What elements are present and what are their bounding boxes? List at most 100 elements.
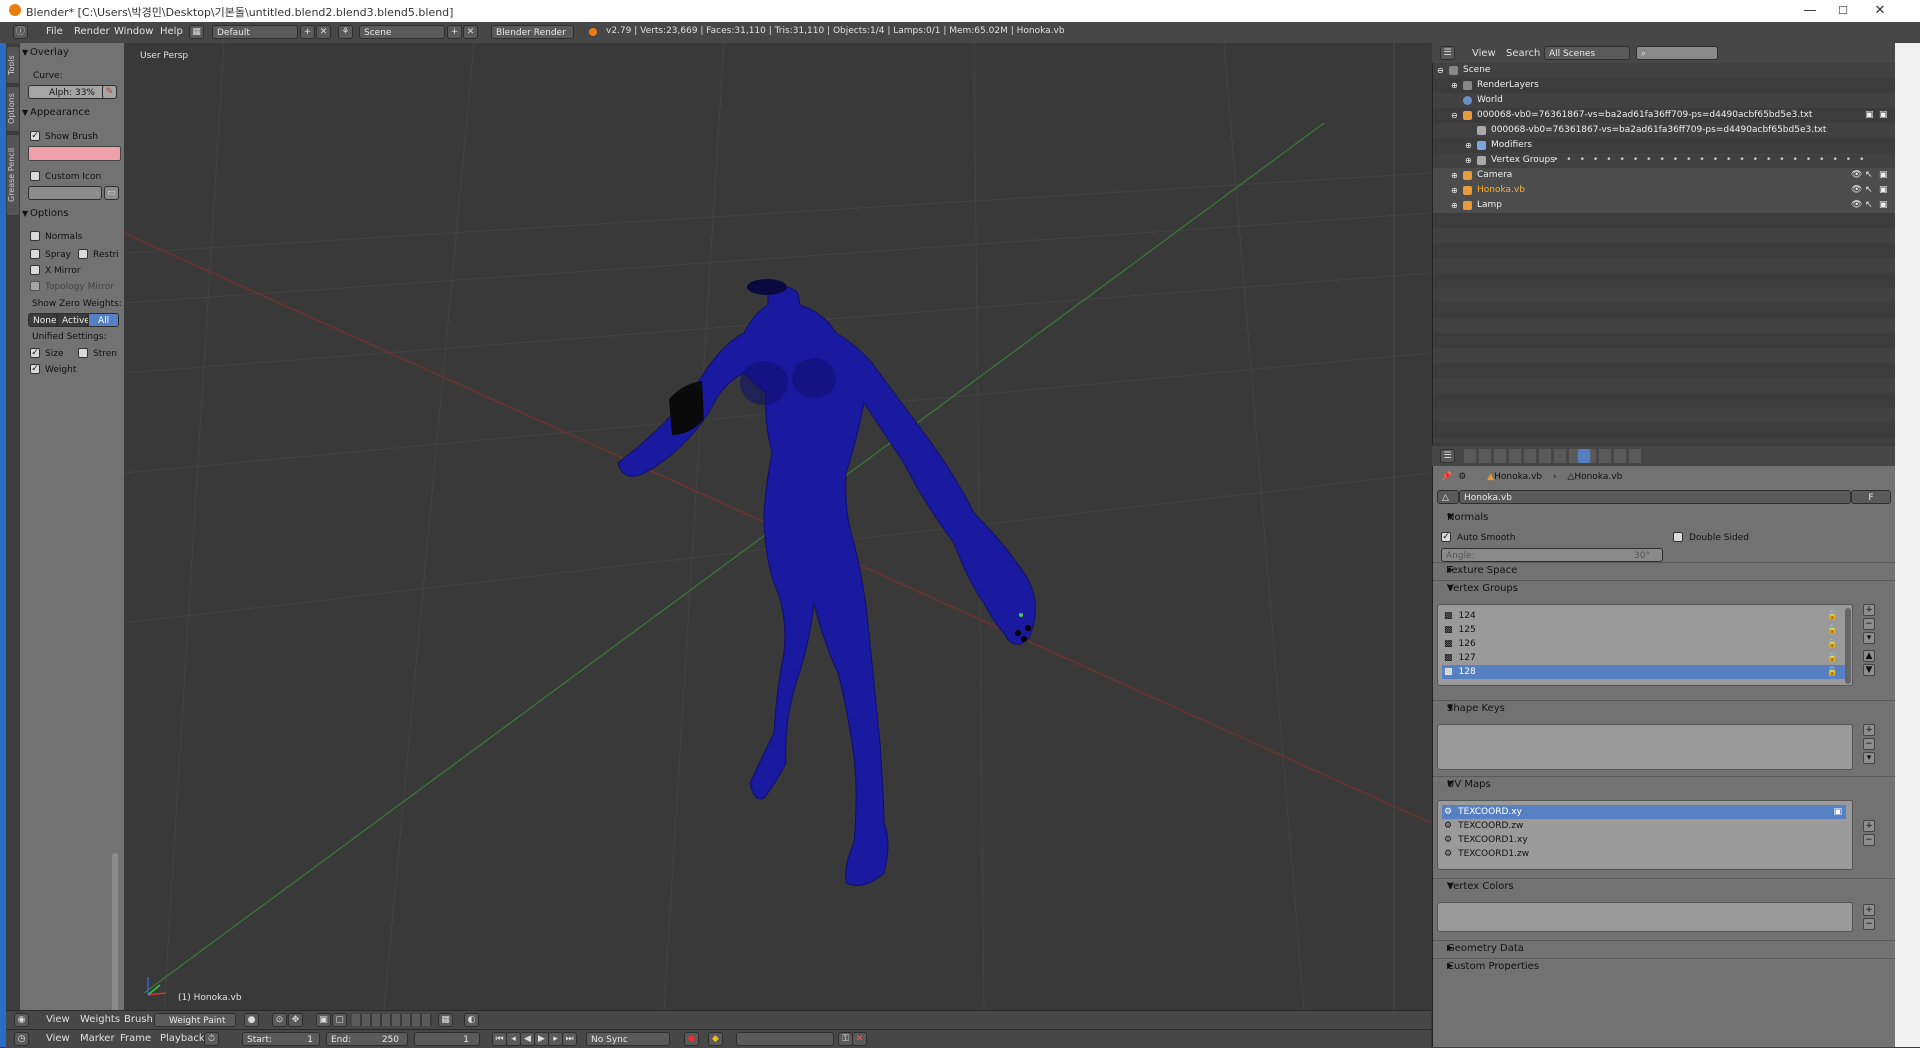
zero-all-button[interactable]: All — [88, 313, 119, 327]
zero-active-button[interactable]: Active — [57, 313, 90, 327]
menu-help[interactable]: Help — [160, 26, 183, 37]
keying-set-field[interactable] — [736, 1032, 834, 1046]
3d-viewport[interactable]: User Persp (1) Honoka.vb — [124, 43, 1431, 1010]
unified-weight-checkbox[interactable]: ✓ — [30, 364, 40, 374]
custom-properties-panel-header[interactable]: ▶ Custom Properties — [1433, 958, 1896, 975]
remove-layout-button[interactable]: ✕ — [316, 25, 331, 39]
play-icon[interactable]: ▶ — [534, 1032, 549, 1046]
uv-map-row[interactable]: ⚙ TEXCOORD1.xy — [1442, 833, 1846, 847]
tl-menu-playback[interactable]: Playback — [160, 1033, 205, 1044]
end-frame-field[interactable]: End: 250 — [326, 1032, 408, 1046]
remove-uv-map-button[interactable]: − — [1863, 834, 1875, 846]
vertex-groups-scrollbar[interactable] — [1845, 608, 1851, 684]
scene-field[interactable]: Scene — [359, 25, 445, 39]
record-icon[interactable]: ● — [684, 1032, 699, 1046]
mode-select[interactable]: Weight Paint — [154, 1013, 236, 1027]
jump-start-icon[interactable]: ⏮ — [492, 1032, 507, 1046]
outliner-menu-view[interactable]: View — [1472, 48, 1496, 59]
tab-options[interactable]: Options — [7, 87, 19, 131]
jump-prev-key-icon[interactable]: ◂ — [506, 1032, 521, 1046]
outliner-search-input[interactable]: ⌕ — [1636, 46, 1718, 60]
tab-grease-pencil[interactable]: Grease Pencil — [7, 135, 19, 215]
outliner-row-scene[interactable]: ⊖ Scene — [1433, 63, 1896, 78]
move-group-down-button[interactable]: ▼ — [1863, 664, 1875, 676]
eyedropper-icon[interactable]: ✎ — [102, 85, 117, 99]
close-button[interactable]: ✕ — [1860, 2, 1900, 20]
fake-user-button[interactable]: F — [1851, 490, 1891, 504]
mesh-browse-icon[interactable]: △ — [1437, 490, 1459, 504]
preview-range-icon[interactable]: ⏱ — [204, 1032, 219, 1046]
delete-keyframe-icon[interactable]: ✕ — [852, 1032, 867, 1046]
face-mask-icon[interactable]: ▣ — [316, 1013, 331, 1027]
double-sided-checkbox[interactable] — [1673, 532, 1683, 542]
manipulator-icon[interactable]: ✥ — [288, 1013, 303, 1027]
brush-color-swatch[interactable] — [28, 146, 121, 161]
pivot-point-icon[interactable]: ⊙ — [272, 1013, 287, 1027]
jump-next-key-icon[interactable]: ▸ — [548, 1032, 563, 1046]
add-uv-map-button[interactable]: + — [1863, 820, 1875, 832]
render-preview-icon[interactable]: ◐ — [464, 1013, 479, 1027]
vertex-group-row[interactable]: ▩ 125 🔒 — [1442, 623, 1846, 637]
tl-menu-view[interactable]: View — [46, 1033, 70, 1044]
vp-menu-weights[interactable]: Weights — [80, 1014, 120, 1025]
restrict-checkbox[interactable] — [78, 249, 88, 259]
geometry-data-panel-header[interactable]: ▶ Geometry Data — [1433, 940, 1896, 957]
outliner-row-camera[interactable]: ⊕ Camera 👁 ↖ ▣ — [1433, 168, 1896, 183]
unified-strength-checkbox[interactable] — [78, 348, 88, 358]
remove-scene-button[interactable]: ✕ — [463, 25, 478, 39]
breadcrumb-object[interactable]: Honoka.vb — [1494, 472, 1542, 482]
lock-camera-icon[interactable]: ▦ — [438, 1013, 453, 1027]
tab-tools[interactable]: Tools — [7, 47, 19, 83]
jump-end-icon[interactable]: ⏭ — [562, 1032, 577, 1046]
remove-vertex-group-button[interactable]: − — [1863, 618, 1875, 630]
shape-keys-panel-header[interactable]: ▼ Shape Keys — [1433, 700, 1896, 717]
tl-menu-marker[interactable]: Marker — [80, 1033, 115, 1044]
custom-icon-checkbox[interactable] — [30, 171, 40, 181]
file-browse-icon[interactable]: ▭ — [104, 186, 119, 200]
play-reverse-icon[interactable]: ◀ — [520, 1032, 535, 1046]
add-scene-button[interactable]: + — [447, 25, 462, 39]
menu-file[interactable]: File — [46, 26, 63, 37]
options-panel-header[interactable]: ▼ Options — [20, 206, 124, 222]
unified-size-checkbox[interactable]: ✓ — [30, 348, 40, 358]
add-vertex-group-button[interactable]: + — [1863, 604, 1875, 616]
vertex-group-row-selected[interactable]: ▩ 128 🔒 — [1442, 665, 1846, 679]
x-mirror-checkbox[interactable] — [30, 265, 40, 275]
add-shape-key-button[interactable]: + — [1863, 724, 1875, 736]
insert-keyframe-icon[interactable]: ⚿ — [838, 1032, 853, 1046]
layers-grid[interactable] — [352, 1014, 432, 1026]
outliner-display-mode-select[interactable]: All Scenes — [1544, 46, 1630, 60]
screen-layout-field[interactable]: Default — [212, 25, 298, 39]
outliner-row-renderlayers[interactable]: ⊕ RenderLayers — [1433, 78, 1896, 93]
start-frame-field[interactable]: Start: 1 — [242, 1032, 320, 1046]
uv-maps-panel-header[interactable]: ▼ UV Maps — [1433, 776, 1896, 793]
outliner-row-vertex-groups[interactable]: ⊕ Vertex Groups •••••••••••••••••••••••• — [1433, 153, 1896, 168]
outliner-row-lamp[interactable]: ⊕ Lamp 👁 ↖ ▣ — [1433, 198, 1896, 213]
timeline-editor-type-icon[interactable]: ◷ — [14, 1032, 29, 1046]
uv-map-row[interactable]: ⚙ TEXCOORD1.zw — [1442, 847, 1846, 861]
show-brush-checkbox[interactable]: ✓ — [30, 131, 40, 141]
add-vertex-color-button[interactable]: + — [1863, 904, 1875, 916]
vp-menu-brush[interactable]: Brush — [124, 1014, 153, 1025]
tl-menu-frame[interactable]: Frame — [120, 1033, 151, 1044]
scene-icon[interactable]: ⚘ — [338, 25, 353, 39]
maximize-button[interactable]: ☐ — [1823, 2, 1863, 20]
vertex-mask-icon[interactable]: ▢ — [332, 1013, 347, 1027]
outliner-menu-search[interactable]: Search — [1506, 48, 1540, 59]
auto-smooth-angle-field[interactable]: Angle: 30° — [1441, 548, 1663, 562]
outliner-row-mesh-object[interactable]: ⊖ 000068-vb0=76361867-vs=ba2ad61fa36ff709… — [1433, 108, 1896, 123]
remove-vertex-color-button[interactable]: − — [1863, 918, 1875, 930]
vertex-group-row[interactable]: ▩ 127 🔒 — [1442, 651, 1846, 665]
vertex-group-row[interactable]: ▩ 126 🔒 — [1442, 637, 1846, 651]
normals-checkbox[interactable] — [30, 231, 40, 241]
add-layout-button[interactable]: + — [300, 25, 315, 39]
outliner-row-world[interactable]: World — [1433, 93, 1896, 108]
appearance-panel-header[interactable]: ▼ Appearance — [20, 105, 124, 121]
viewport-editor-type-icon[interactable]: ◉ — [14, 1013, 29, 1027]
properties-editor-type-icon[interactable]: ☰ — [1440, 449, 1455, 463]
honoka-mesh[interactable] — [124, 43, 1431, 1010]
current-frame-field[interactable]: 1 — [414, 1032, 480, 1046]
normals-panel-header[interactable]: ▼ Normals — [1433, 510, 1896, 526]
auto-smooth-checkbox[interactable]: ✓ — [1441, 532, 1451, 542]
texture-space-panel-header[interactable]: ▶ Texture Space — [1433, 562, 1896, 579]
